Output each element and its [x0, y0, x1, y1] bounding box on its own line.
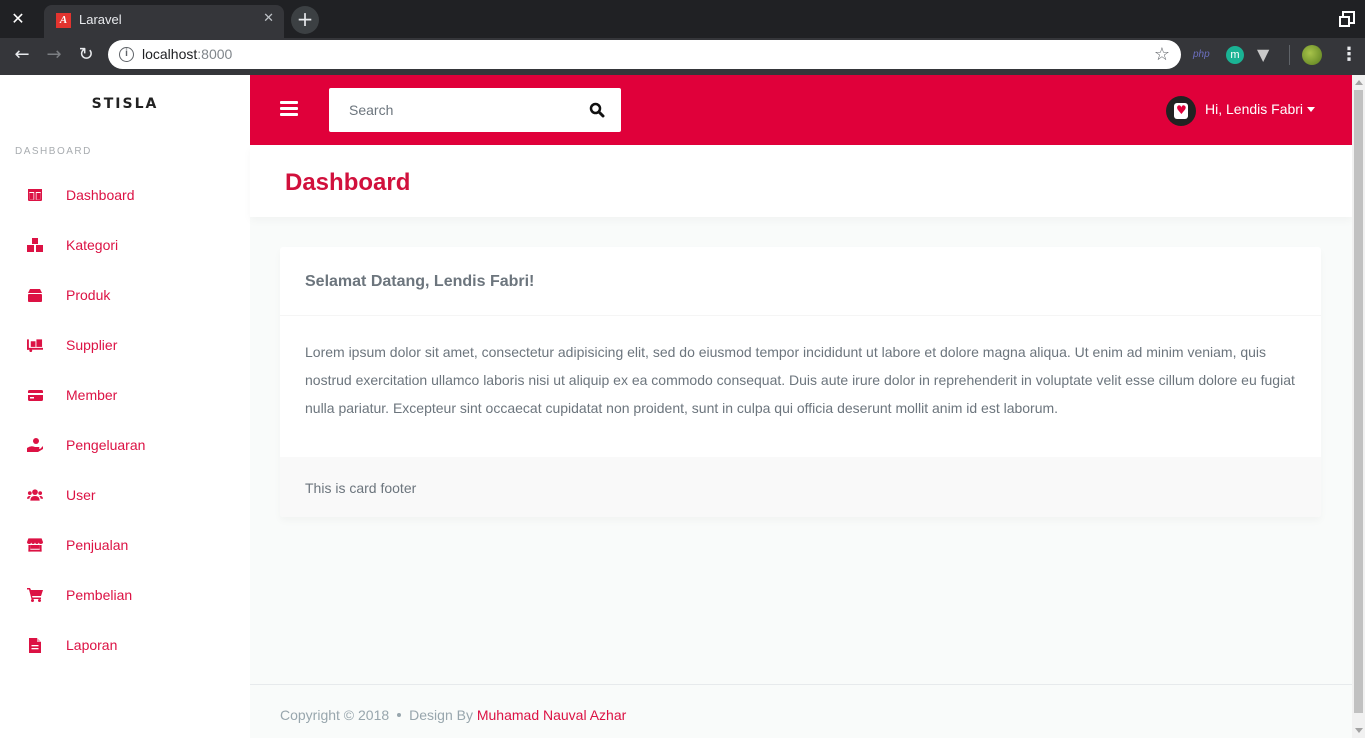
- users-icon: [27, 487, 43, 503]
- toolbar-divider: [1289, 45, 1290, 65]
- design-by-text: Design By: [409, 707, 473, 723]
- search-input[interactable]: [329, 88, 579, 132]
- sidebar-item-label: Penjualan: [66, 537, 129, 553]
- vue-extension-icon[interactable]: ▼: [1257, 45, 1269, 64]
- browser-menu-icon[interactable]: ⋮: [1340, 44, 1358, 65]
- truck-loading-icon: [27, 337, 43, 353]
- sidebar-item-supplier[interactable]: Supplier: [0, 320, 250, 370]
- profile-avatar-icon[interactable]: [1302, 45, 1322, 65]
- menu-header: DASHBOARD: [15, 146, 92, 157]
- card-footer-text: This is card footer: [305, 480, 417, 496]
- brand-logo[interactable]: STISLA: [0, 96, 250, 112]
- sidebar-item-dashboard[interactable]: Dashboard: [0, 170, 250, 220]
- section-header: Dashboard: [250, 145, 1352, 217]
- sidebar-item-pengeluaran[interactable]: Pengeluaran: [0, 420, 250, 470]
- url-port: :8000: [197, 46, 233, 62]
- browser-tab[interactable]: A Laravel ✕: [44, 5, 284, 38]
- user-greeting[interactable]: Hi, Lendis Fabri: [1205, 101, 1303, 117]
- footer-text: Copyright © 2018 Design By Muhamad Nauval…: [280, 707, 626, 723]
- columns-icon: [27, 187, 43, 203]
- forward-arrow-icon[interactable]: →: [43, 44, 65, 66]
- cart-icon: [27, 587, 43, 603]
- credit-card-icon: [27, 387, 43, 403]
- url-host: localhost: [142, 46, 198, 62]
- sidebar-item-kategori[interactable]: Kategori: [0, 220, 250, 270]
- page-scrollbar[interactable]: [1352, 75, 1365, 738]
- box-icon: [27, 287, 43, 303]
- sidebar-item-label: Produk: [66, 287, 111, 303]
- page-footer: Copyright © 2018 Design By Muhamad Nauval…: [250, 684, 1352, 738]
- search-icon[interactable]: [589, 102, 605, 118]
- back-arrow-icon[interactable]: ←: [11, 44, 33, 66]
- hand-holding-usd-icon: [27, 437, 43, 453]
- page-title: Dashboard: [285, 169, 411, 196]
- tab-strip: ✕ A Laravel ✕ +: [0, 0, 1365, 38]
- card-footer: This is card footer: [280, 457, 1321, 517]
- sidebar: STISLA DASHBOARD Dashboard Kategori Prod…: [0, 75, 250, 738]
- card-header: Selamat Datang, Lendis Fabri!: [280, 247, 1321, 316]
- sidebar-item-user[interactable]: User: [0, 470, 250, 520]
- sidebar-item-label: Pembelian: [66, 587, 133, 603]
- window-close-icon[interactable]: ✕: [8, 9, 28, 29]
- new-tab-icon[interactable]: +: [291, 6, 319, 34]
- sidebar-item-label: User: [66, 487, 96, 503]
- address-bar[interactable]: i localhost:8000 ☆: [108, 40, 1181, 69]
- author-link[interactable]: Muhamad Nauval Azhar: [477, 707, 626, 723]
- welcome-card: Selamat Datang, Lendis Fabri! Lorem ipsu…: [280, 247, 1321, 517]
- window-restore-icon[interactable]: [1339, 11, 1355, 27]
- store-icon: [27, 537, 43, 553]
- sidebar-item-member[interactable]: Member: [0, 370, 250, 420]
- sidebar-item-label: Laporan: [66, 637, 118, 653]
- tab-close-icon[interactable]: ✕: [263, 11, 274, 26]
- tab-title: Laravel: [79, 12, 122, 27]
- scroll-down-arrow-icon[interactable]: [1355, 728, 1363, 733]
- m-extension-icon[interactable]: m: [1226, 46, 1244, 64]
- url-text: localhost:8000: [142, 46, 232, 62]
- cubes-icon: [27, 237, 43, 253]
- site-info-icon[interactable]: i: [119, 47, 134, 62]
- caret-down-icon[interactable]: [1307, 107, 1315, 112]
- copyright-text: Copyright © 2018: [280, 707, 390, 723]
- card-title: Selamat Datang, Lendis Fabri!: [305, 273, 535, 290]
- bookmark-star-icon[interactable]: ☆: [1154, 44, 1170, 65]
- php-extension-icon[interactable]: php: [1193, 49, 1210, 67]
- sidebar-item-laporan[interactable]: Laporan: [0, 620, 250, 670]
- user-avatar[interactable]: [1166, 96, 1196, 126]
- sidebar-item-label: Kategori: [66, 237, 119, 253]
- file-icon: [27, 637, 43, 653]
- sidebar-item-label: Pengeluaran: [66, 437, 146, 453]
- scrollbar-thumb[interactable]: [1354, 90, 1363, 713]
- browser-chrome: ✕ A Laravel ✕ + ← → ↻ i localhost:8000 ☆…: [0, 0, 1365, 75]
- card-body-text: Lorem ipsum dolor sit amet, consectetur …: [305, 344, 1295, 416]
- reload-icon[interactable]: ↻: [75, 44, 97, 66]
- footer-separator-dot: [397, 712, 402, 717]
- sidebar-item-label: Member: [66, 387, 118, 403]
- sidebar-menu: Dashboard Kategori Produk Supplier Membe…: [0, 170, 250, 670]
- laravel-favicon-icon: A: [56, 13, 71, 28]
- search-form: [329, 88, 621, 132]
- hamburger-menu-icon[interactable]: [280, 101, 298, 117]
- app: STISLA DASHBOARD Dashboard Kategori Prod…: [0, 75, 1365, 738]
- sidebar-item-produk[interactable]: Produk: [0, 270, 250, 320]
- sidebar-item-pembelian[interactable]: Pembelian: [0, 570, 250, 620]
- sidebar-item-label: Supplier: [66, 337, 118, 353]
- sidebar-item-label: Dashboard: [66, 187, 135, 203]
- sidebar-item-penjualan[interactable]: Penjualan: [0, 520, 250, 570]
- scroll-up-arrow-icon[interactable]: [1355, 80, 1363, 85]
